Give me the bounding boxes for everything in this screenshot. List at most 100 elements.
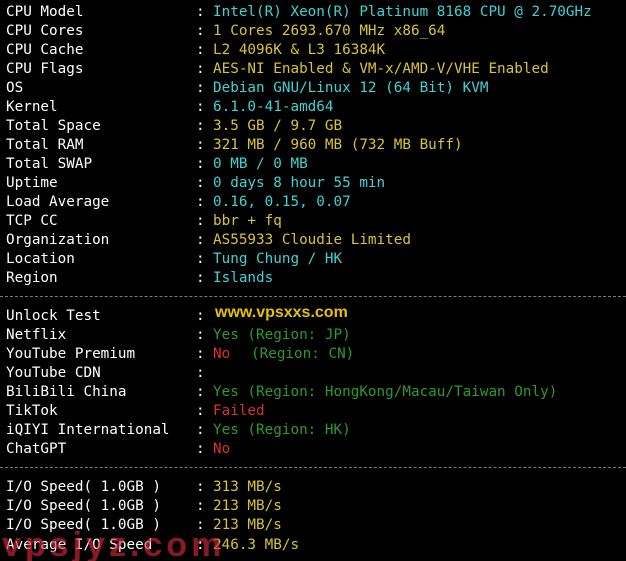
separator: : <box>196 308 205 324</box>
unlock-header-row: Unlock Test : <box>6 307 205 326</box>
section-divider <box>0 296 626 297</box>
separator: : <box>196 251 205 267</box>
unlock-region: (Region: CN) <box>251 346 355 362</box>
separator: : <box>196 61 205 77</box>
unlock-row-netflix: Netflix : Yes (Region: JP) <box>6 326 351 345</box>
terminal-window: CPU Model : Intel(R) Xeon(R) Platinum 81… <box>0 0 626 561</box>
info-label: Kernel <box>6 99 58 115</box>
io-row: I/O Speed( 1.0GB ) : 213 MB/s <box>6 497 282 516</box>
info-value: AES-NI Enabled & VM-x/AMD-V/VHE Enabled <box>213 61 549 77</box>
io-value: 246.3 MB/s <box>213 537 300 553</box>
separator: : <box>196 384 205 400</box>
info-row-cpu-flags: CPU Flags : AES-NI Enabled & VM-x/AMD-V/… <box>6 60 549 79</box>
info-row-kernel: Kernel : 6.1.0-41-amd64 <box>6 98 334 117</box>
info-value: 3.5 GB / 9.7 GB <box>213 118 343 134</box>
unlock-result: Yes (Region: JP) <box>213 327 351 343</box>
separator: : <box>196 23 205 39</box>
unlock-result: No <box>213 346 231 362</box>
info-value: Debian GNU/Linux 12 (64 Bit) KVM <box>213 80 489 96</box>
separator: : <box>196 118 205 134</box>
info-row-cpu-model: CPU Model : Intel(R) Xeon(R) Platinum 81… <box>6 3 592 22</box>
info-label: Total Space <box>6 118 101 134</box>
info-value: 321 MB / 960 MB (732 MB Buff) <box>213 137 463 153</box>
info-value: 1 Cores 2693.670 MHz x86_64 <box>213 23 446 39</box>
unlock-label: YouTube CDN <box>6 365 101 381</box>
info-value: Islands <box>213 270 274 286</box>
info-label: CPU Cache <box>6 42 84 58</box>
info-row-location: Location : Tung Chung / HK <box>6 250 342 269</box>
separator: : <box>196 403 205 419</box>
separator: : <box>196 365 205 381</box>
info-row-organization: Organization : AS55933 Cloudie Limited <box>6 231 411 250</box>
separator: : <box>196 80 205 96</box>
info-label: Total SWAP <box>6 156 93 172</box>
info-value: Intel(R) Xeon(R) Platinum 8168 CPU @ 2.7… <box>213 4 592 20</box>
separator: : <box>196 327 205 343</box>
info-row-uptime: Uptime : 0 days 8 hour 55 min <box>6 174 385 193</box>
separator: : <box>196 346 205 362</box>
separator: : <box>196 99 205 115</box>
info-value: Tung Chung / HK <box>213 251 343 267</box>
io-value: 213 MB/s <box>213 498 282 514</box>
unlock-label: BiliBili China <box>6 384 127 400</box>
info-label: Load Average <box>6 194 110 210</box>
unlock-result: Yes (Region: HongKong/Macau/Taiwan Only) <box>213 384 558 400</box>
separator: : <box>196 479 205 495</box>
separator: : <box>196 194 205 210</box>
watermark-bottom: vpsjyz.com <box>2 526 226 561</box>
watermark-top: www.vpsxxs.com <box>215 304 348 321</box>
unlock-result: Yes (Region: HK) <box>213 422 351 438</box>
io-value: 313 MB/s <box>213 479 282 495</box>
info-label: CPU Model <box>6 4 84 20</box>
info-value: AS55933 Cloudie Limited <box>213 232 411 248</box>
info-label: Total RAM <box>6 137 84 153</box>
info-value: bbr + fq <box>213 213 282 229</box>
unlock-row-chatgpt: ChatGPT : No <box>6 440 230 459</box>
unlock-row-iqiyi: iQIYI International : Yes (Region: HK) <box>6 421 351 440</box>
unlock-result: Failed <box>213 403 265 419</box>
separator: : <box>196 422 205 438</box>
unlock-label: YouTube Premium <box>6 346 136 362</box>
info-value: 0 days 8 hour 55 min <box>213 175 386 191</box>
separator: : <box>196 156 205 172</box>
separator: : <box>196 441 205 457</box>
unlock-label: iQIYI International <box>6 422 170 438</box>
separator: : <box>196 270 205 286</box>
separator: : <box>196 213 205 229</box>
info-value: 6.1.0-41-amd64 <box>213 99 334 115</box>
unlock-row-tiktok: TikTok : Failed <box>6 402 265 421</box>
info-row-region: Region : Islands <box>6 269 273 288</box>
info-row-cpu-cores: CPU Cores : 1 Cores 2693.670 MHz x86_64 <box>6 22 445 41</box>
section-divider <box>0 467 626 468</box>
info-label: Organization <box>6 232 110 248</box>
unlock-row-bilibili: BiliBili China : Yes (Region: HongKong/M… <box>6 383 557 402</box>
info-label: Uptime <box>6 175 58 191</box>
unlock-result: No <box>213 441 231 457</box>
info-row-cpu-cache: CPU Cache : L2 4096K & L3 16384K <box>6 41 385 60</box>
io-row: I/O Speed( 1.0GB ) : 313 MB/s <box>6 478 282 497</box>
io-label: I/O Speed( 1.0GB ) <box>6 498 161 514</box>
unlock-label: Netflix <box>6 327 67 343</box>
info-label: Location <box>6 251 75 267</box>
unlock-label: TikTok <box>6 403 58 419</box>
info-row-tcp-cc: TCP CC : bbr + fq <box>6 212 282 231</box>
unlock-row-youtube-premium: YouTube Premium : No (Region: CN) <box>6 345 354 364</box>
info-row-total-ram: Total RAM : 321 MB / 960 MB (732 MB Buff… <box>6 136 463 155</box>
info-value: 0 MB / 0 MB <box>213 156 308 172</box>
unlock-label: ChatGPT <box>6 441 67 457</box>
info-value: 0.16, 0.15, 0.07 <box>213 194 351 210</box>
separator: : <box>196 4 205 20</box>
info-row-load-average: Load Average : 0.16, 0.15, 0.07 <box>6 193 351 212</box>
info-label: OS <box>6 80 24 96</box>
info-row-os: OS : Debian GNU/Linux 12 (64 Bit) KVM <box>6 79 488 98</box>
info-label: TCP CC <box>6 213 58 229</box>
separator: : <box>196 137 205 153</box>
unlock-header: Unlock Test <box>6 308 101 324</box>
info-row-total-space: Total Space : 3.5 GB / 9.7 GB <box>6 117 342 136</box>
separator: : <box>196 498 205 514</box>
info-label: CPU Cores <box>6 23 84 39</box>
info-label: CPU Flags <box>6 61 84 77</box>
info-label: Region <box>6 270 58 286</box>
separator: : <box>196 42 205 58</box>
io-label: I/O Speed( 1.0GB ) <box>6 479 161 495</box>
